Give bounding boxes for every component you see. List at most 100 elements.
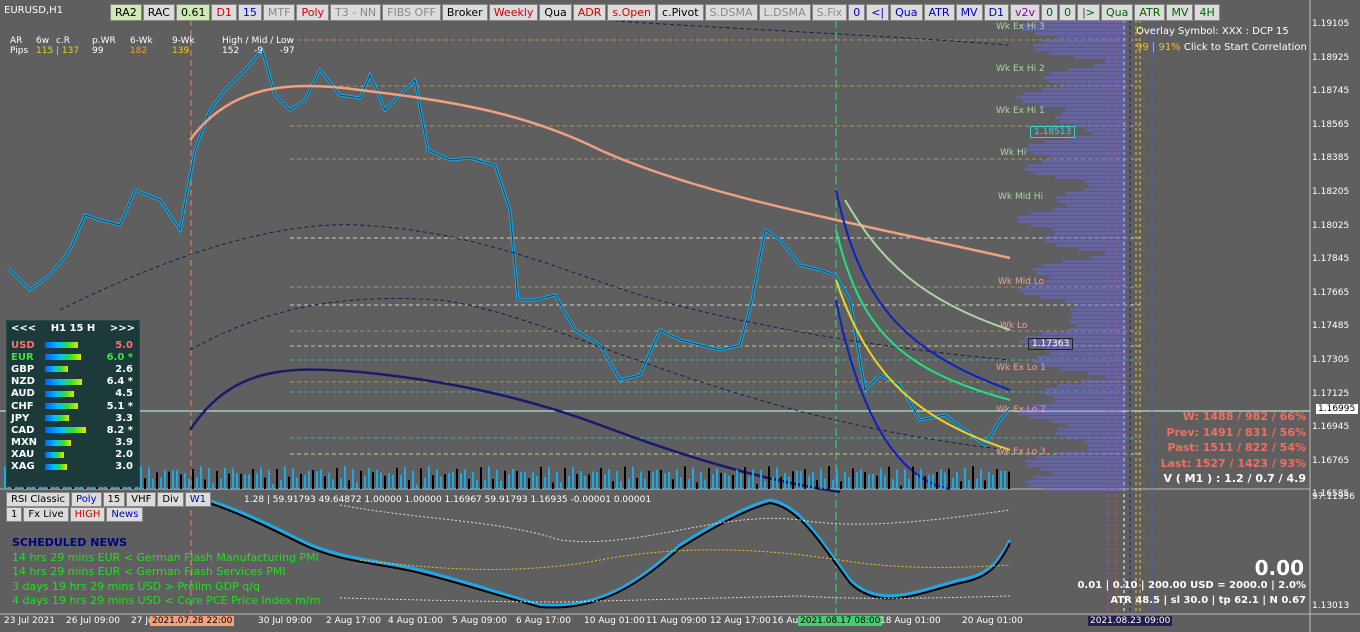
toolbar-button-2[interactable]: 0.61 [175,4,211,21]
toolbar-button-28[interactable]: Qua [1101,4,1134,21]
toolbar-button-7[interactable]: T3 - NN [330,4,382,21]
toolbar-button-12[interactable]: ADR [572,4,607,21]
strength-bar [45,354,87,361]
volume-profile-bar [1052,228,1126,231]
toolbar-button-26[interactable]: 0 [1059,4,1077,21]
toolbar-button-15[interactable]: S.DSMA [704,4,758,21]
info-header-ar: AR [10,36,23,46]
volume-profile-bar [1050,156,1126,159]
strength-bar [45,451,87,458]
currency-value: 5.1 * [106,400,133,412]
volume-bar [576,474,578,489]
currency-name: CHF [11,400,34,412]
sub-toolbar-button[interactable]: News [106,507,144,522]
strength-bar-fill [45,366,69,373]
toolbar-button-24[interactable]: v2v [1010,4,1041,21]
volume-profile-bar [1027,484,1126,487]
toolbar-button-29[interactable]: ATR [1134,4,1166,21]
toolbar-button-0[interactable]: RA2 [110,4,142,21]
toolbar-button-14[interactable]: c.Pivot [657,4,704,21]
volume-bar [768,466,770,489]
volume-profile-bar [1059,368,1126,371]
toolbar-button-1[interactable]: RAC [142,4,175,21]
volume-bar [1008,471,1010,489]
toolbar-button-20[interactable]: Qua [890,4,923,21]
prev-button[interactable]: <<< [11,323,36,339]
volume-profile-bar [1025,480,1126,483]
currency-name: XAU [11,449,35,461]
volume-bar [888,466,890,489]
toolbar-button-21[interactable]: ATR [923,4,955,21]
toolbar-button-10[interactable]: Weekly [488,4,539,21]
volume-profile-bar [1060,84,1126,87]
toolbar-button-17[interactable]: S.Fix [811,4,848,21]
volume-profile-bar [1057,384,1126,387]
currency-name: XAG [11,461,35,473]
sub-toolbar-button[interactable]: Fx Live [23,507,69,522]
toolbar-button-6[interactable]: Poly [296,4,330,21]
volume-bar [628,478,630,489]
toolbar-button-3[interactable]: D1 [211,4,237,21]
volume-bar [180,474,182,489]
next-button[interactable]: >>> [110,323,135,339]
sub-toolbar-button[interactable]: W1 [184,492,212,507]
correlation-button[interactable]: Click to Start Correlation [1184,42,1307,53]
volume-bar [740,473,742,489]
volume-bar [704,479,706,489]
volume-bar [780,476,782,489]
toolbar-button-25[interactable]: 0 [1041,4,1059,21]
toolbar-button-23[interactable]: D1 [983,4,1010,21]
sub-toolbar-button[interactable]: Poly [71,492,102,507]
wk-ex-lo-1: Wk Ex Lo 1 [996,363,1046,373]
toolbar-button-11[interactable]: Qua [539,4,572,21]
volume-bar [300,473,302,489]
volume-bar [396,467,398,489]
volume-bar [708,468,710,489]
sub-toolbar-button[interactable]: HIGH [69,507,106,522]
volume-profile-bar [1074,124,1126,127]
toolbar-button-27[interactable]: |> [1077,4,1101,21]
toolbar-button-30[interactable]: MV [1166,4,1194,21]
risk-line: 0.01 | 0.10 | 200.00 USD = 2000.0 | 2.0% [1077,580,1306,591]
toolbar-button-22[interactable]: MV [955,4,983,21]
volume-profile-bar [1061,112,1126,115]
volume-profile-bar [1071,312,1126,315]
strength-bar-fill [45,439,72,446]
sub-toolbar-button[interactable]: Div [157,492,184,507]
volume-bar [364,476,366,489]
volume-bar [532,471,534,489]
toolbar-button-16[interactable]: L.DSMA [758,4,811,21]
toolbar-button-13[interactable]: s.Open [607,4,657,21]
volume-bar [664,473,666,489]
volume-profile-bar [1076,304,1126,307]
volume-bar [528,478,530,489]
sub-toolbar-button[interactable]: 1 [6,507,23,522]
toolbar-button-31[interactable]: 4H [1194,4,1220,21]
volume-bar [464,469,466,489]
info-header-hml: High / Mid / Low [222,36,294,46]
volume-bar [996,469,998,489]
price-tick: 1.19105 [1312,19,1350,29]
toolbar-button-4[interactable]: 15 [237,4,262,21]
volume-profile-bar [1076,324,1126,327]
info-header-cr: c.R [56,36,71,46]
currency-name: USD [11,339,35,351]
volume-profile-bar [1087,448,1126,451]
volume-bar [824,478,826,489]
volume-profile-bar [1092,132,1126,135]
toolbar-button-18[interactable]: 0 [848,4,866,21]
wk-mid-hi: Wk Mid Hi [998,192,1044,202]
volume-bar [808,475,810,489]
correlation-row[interactable]: 99 | 91% Click to Start Correlation [1136,42,1307,53]
sub-toolbar-button[interactable]: 15 [102,492,126,507]
currency-row: EUR 6.0 * [7,351,139,363]
sub-toolbar-button[interactable]: VHF [126,492,157,507]
volume-bar [872,474,874,489]
toolbar-button-5[interactable]: MTF [262,4,296,21]
toolbar-button-19[interactable]: <| [866,4,890,21]
toolbar-button-9[interactable]: Broker [441,4,488,21]
currency-strength-panel: <<< H1 15 H >>> USD 5.0 EUR 6.0 * GBP 2.6 NZD 6… [6,320,140,487]
volume-bar [288,476,290,489]
sub-toolbar-button[interactable]: RSI Classic [6,492,71,507]
toolbar-button-8[interactable]: FIBS OFF [382,4,441,21]
